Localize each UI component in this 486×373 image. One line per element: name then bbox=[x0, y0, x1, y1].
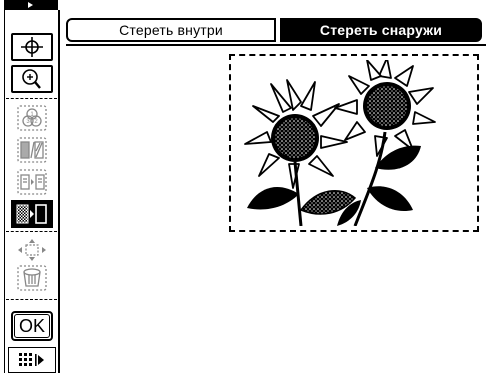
invert-pages-icon bbox=[17, 137, 47, 163]
tab-erase-inside[interactable]: Стереть внутри bbox=[66, 18, 276, 42]
move-button[interactable] bbox=[11, 33, 53, 61]
magnifier-plus-icon bbox=[22, 69, 41, 89]
page-to-page-icon bbox=[17, 169, 47, 195]
more-options-button[interactable] bbox=[8, 347, 56, 373]
image-preview[interactable] bbox=[229, 54, 479, 232]
toolbar-expand-button[interactable] bbox=[4, 0, 58, 10]
tab-divider bbox=[66, 44, 486, 46]
stacked-circles-icon: 1 3 2 bbox=[17, 105, 47, 131]
toolbar-separator bbox=[6, 231, 57, 232]
triangle-right-icon bbox=[28, 2, 33, 8]
zoom-button[interactable] bbox=[11, 65, 53, 93]
toolbar-border-left bbox=[4, 10, 5, 373]
invert-button[interactable] bbox=[11, 136, 53, 164]
tab-erase-outside[interactable]: Стереть снаружи bbox=[280, 18, 482, 42]
copy-page-button[interactable] bbox=[11, 168, 53, 196]
trash-icon bbox=[17, 265, 47, 291]
svg-text:2: 2 bbox=[34, 119, 38, 125]
multi-page-button[interactable]: 1 3 2 bbox=[11, 104, 53, 132]
four-arrows-icon bbox=[18, 239, 46, 261]
toolbar-border-right bbox=[58, 10, 60, 373]
toolbar-separator bbox=[6, 299, 57, 300]
toolbar-separator bbox=[6, 98, 57, 99]
sunflowers-image bbox=[244, 60, 436, 226]
ok-label: OK bbox=[14, 314, 50, 338]
erase-mode-tabs: Стереть внутри Стереть снаружи bbox=[66, 18, 486, 42]
left-toolbar: 1 3 2 OK bbox=[0, 0, 60, 373]
erase-mode-button[interactable] bbox=[11, 200, 53, 228]
grid-menu-icon bbox=[19, 353, 44, 366]
trash-button[interactable] bbox=[11, 264, 53, 292]
crosshair-icon bbox=[21, 37, 43, 57]
position-button[interactable] bbox=[11, 236, 53, 264]
svg-text:3: 3 bbox=[26, 119, 30, 125]
ok-button[interactable]: OK bbox=[11, 311, 53, 341]
pattern-to-page-icon bbox=[16, 204, 47, 224]
